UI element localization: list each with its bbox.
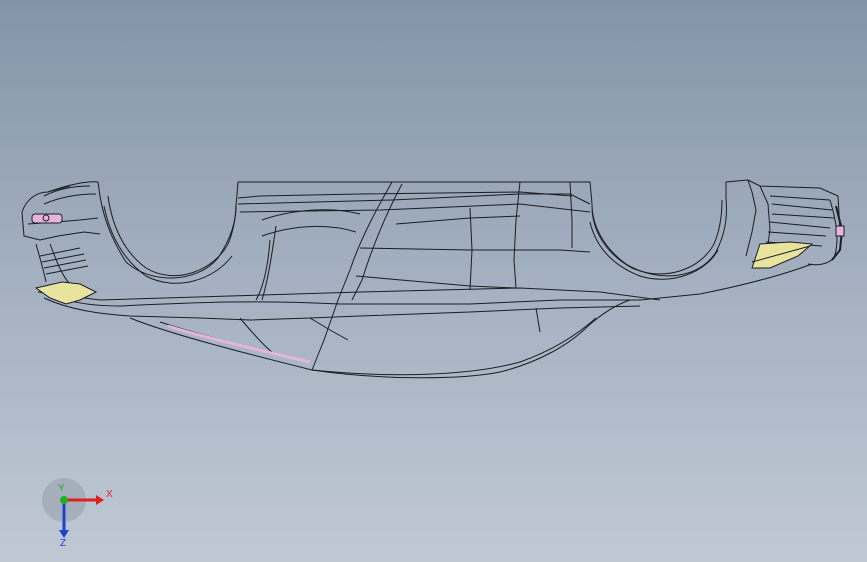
yellow-face-right xyxy=(751,241,814,269)
yellow-face-left xyxy=(34,281,98,305)
bumper-wireframe-model[interactable] xyxy=(0,0,867,562)
orientation-triad[interactable]: X Y Z xyxy=(40,478,120,548)
right-pin xyxy=(835,225,845,237)
x-axis-label: X xyxy=(106,489,113,500)
z-axis-label: Z xyxy=(60,538,66,548)
pink-strip xyxy=(167,324,311,364)
z-axis-head xyxy=(59,530,69,538)
lower-lip xyxy=(129,299,631,379)
cad-viewport[interactable]: X Y Z xyxy=(0,0,867,562)
x-axis-head xyxy=(96,495,104,505)
y-axis-label: Y xyxy=(58,483,65,494)
arch-right-inner xyxy=(591,199,723,275)
arch-left-inner-2 xyxy=(103,205,233,284)
upper-outline xyxy=(47,179,841,279)
y-axis-dot xyxy=(60,496,68,504)
